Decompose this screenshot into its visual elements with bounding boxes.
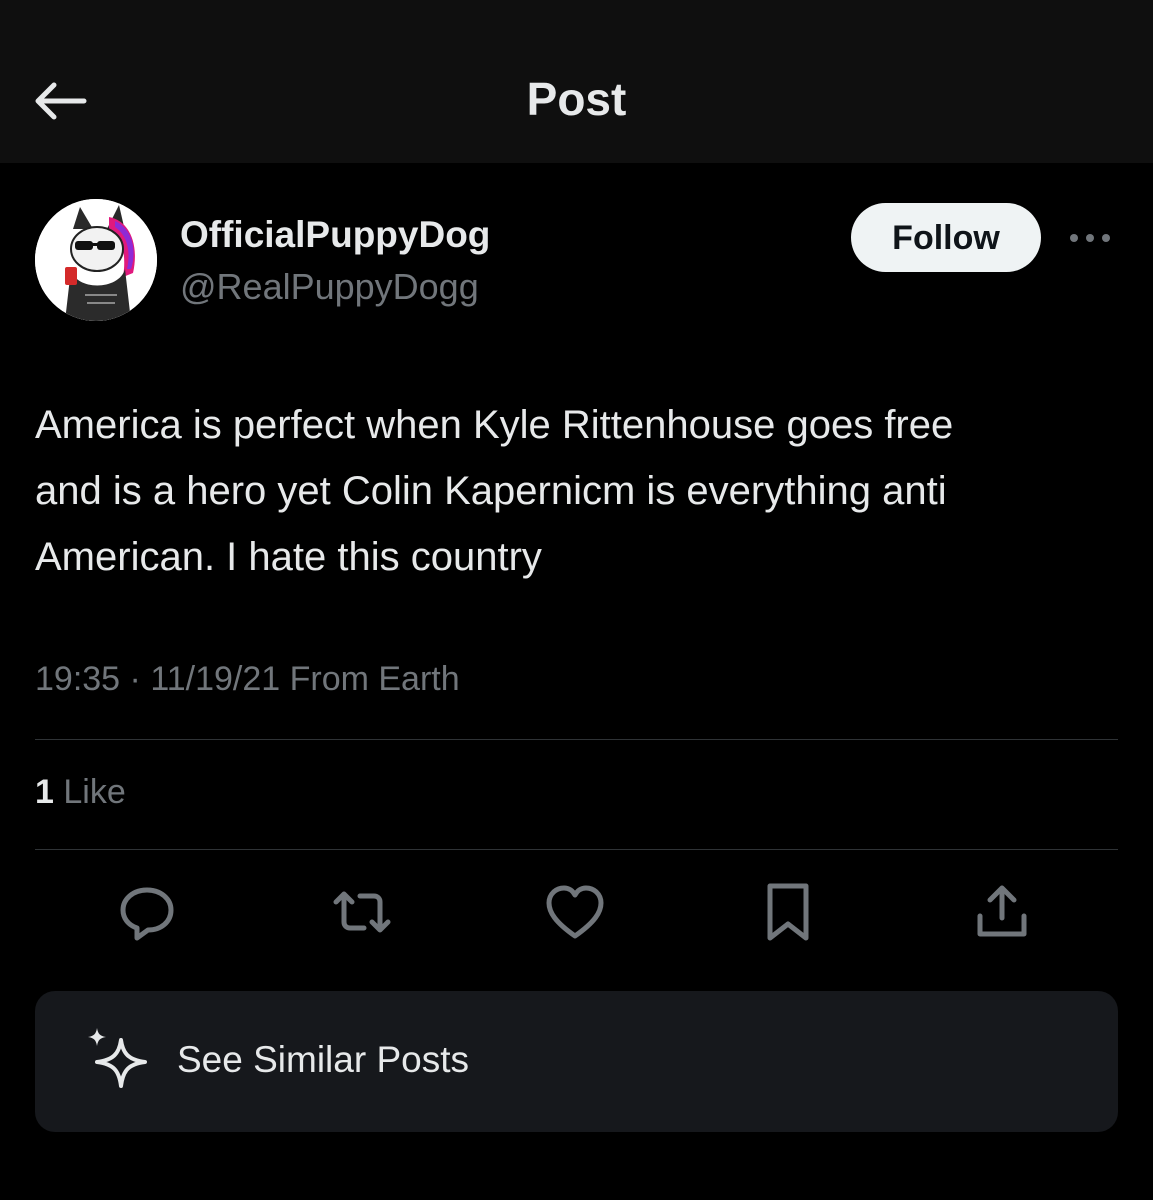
repost-button[interactable] <box>330 880 394 944</box>
meta-separator: · <box>129 660 141 698</box>
post-source: From Earth <box>289 660 460 698</box>
avatar[interactable] <box>35 199 157 321</box>
divider <box>35 849 1118 850</box>
reply-icon <box>120 887 174 941</box>
author-handle[interactable]: @RealPuppyDogg <box>180 266 479 308</box>
repost-icon <box>333 891 391 933</box>
reply-button[interactable] <box>115 880 179 944</box>
author-display-name[interactable]: OfficialPuppyDog <box>180 214 490 256</box>
page-title: Post <box>526 73 627 125</box>
likes-count[interactable]: 1 Like <box>35 773 126 812</box>
like-count-label: Like <box>63 773 126 811</box>
post-text: America is perfect when Kyle Rittenhouse… <box>35 403 954 579</box>
share-button[interactable] <box>970 880 1034 944</box>
top-bar: Post <box>0 0 1153 163</box>
post-date: 11/19/21 <box>150 660 281 698</box>
sparkle-icon <box>85 1026 155 1096</box>
see-similar-posts-button[interactable]: See Similar Posts <box>35 991 1118 1132</box>
see-similar-posts-label: See Similar Posts <box>177 1039 469 1080</box>
post-time: 19:35 <box>35 660 121 698</box>
more-options-button[interactable] <box>1066 224 1114 252</box>
like-count-number: 1 <box>35 773 54 811</box>
heart-icon <box>546 885 604 939</box>
bookmark-icon <box>767 883 809 941</box>
ellipsis-icon <box>1070 234 1110 242</box>
post-metadata: 19:35 · 11/19/21 From Earth <box>35 660 460 699</box>
like-button[interactable] <box>543 880 607 944</box>
divider <box>35 739 1118 740</box>
follow-button[interactable]: Follow <box>851 203 1041 272</box>
share-icon <box>977 885 1027 937</box>
wolf-avatar-icon <box>35 199 157 321</box>
bookmark-button[interactable] <box>756 880 820 944</box>
